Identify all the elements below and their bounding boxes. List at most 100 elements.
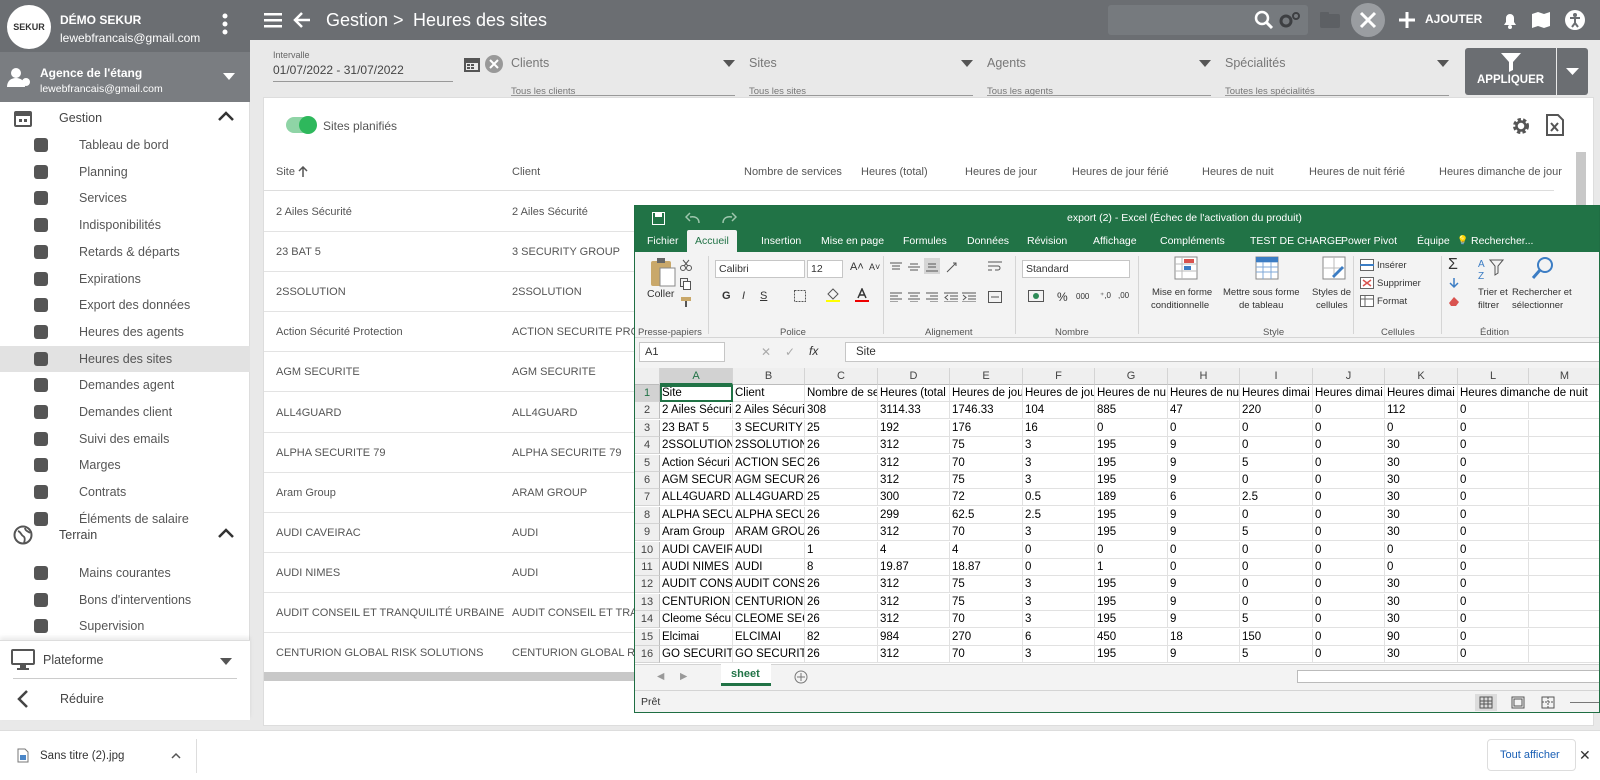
page-break-view-icon[interactable]: [1537, 694, 1559, 711]
font-color-icon[interactable]: [855, 288, 869, 302]
zoom-slider[interactable]: [1570, 702, 1599, 703]
sort-filter-button-line2[interactable]: filtrer: [1478, 300, 1499, 311]
confirm-entry-icon[interactable]: ✓: [785, 345, 795, 359]
grid-cell[interactable]: 30: [1385, 646, 1458, 663]
grid-cell[interactable]: 0: [1385, 541, 1458, 559]
redo-icon[interactable]: [721, 212, 737, 224]
increase-indent-icon[interactable]: [962, 292, 976, 302]
grid-cell[interactable]: 0: [1458, 437, 1529, 455]
ribbon-tab[interactable]: Fichier: [647, 235, 679, 247]
delete-cells-icon[interactable]: [1360, 277, 1374, 289]
number-format-select[interactable]: Standard: [1022, 260, 1130, 278]
grid-cell[interactable]: 0: [1313, 506, 1385, 524]
grid-cell[interactable]: 300: [878, 489, 950, 507]
grid-cell[interactable]: ARAM GROU: [733, 524, 805, 542]
grid-cell[interactable]: 90: [1385, 628, 1458, 646]
sidebar-item[interactable]: Heures des sites: [0, 345, 250, 372]
plateforme-label[interactable]: Plateforme: [43, 653, 103, 667]
grid-cell[interactable]: 2.5: [1240, 489, 1313, 507]
row-header[interactable]: 3: [635, 419, 660, 437]
grid-cell[interactable]: [1529, 455, 1599, 472]
grid-cell[interactable]: 312: [878, 437, 950, 455]
grid-cell[interactable]: 30: [1385, 489, 1458, 507]
grid-cell[interactable]: 26: [805, 646, 878, 663]
clients-filter[interactable]: Clients Tous les clients: [511, 50, 735, 97]
row-header[interactable]: 9: [635, 524, 660, 542]
grid-cell[interactable]: Elcimai: [660, 628, 733, 646]
grid-cell[interactable]: [1529, 402, 1599, 420]
grid-cell[interactable]: 2 Ailes Sécuri: [660, 402, 733, 420]
delete-cells-button[interactable]: Supprimer: [1377, 278, 1421, 289]
grid-cell[interactable]: 312: [878, 524, 950, 542]
sidebar-item[interactable]: Bons d'interventions: [0, 587, 250, 613]
sidebar-item[interactable]: Demandes client: [0, 399, 250, 425]
row-header[interactable]: 11: [635, 559, 660, 576]
grid-cell[interactable]: 0: [1313, 646, 1385, 663]
grid-cell[interactable]: 0: [1240, 419, 1313, 437]
grid-cell[interactable]: [1529, 594, 1599, 611]
grid-cell[interactable]: 26: [805, 576, 878, 594]
sidebar-item[interactable]: Tableau de bord: [0, 132, 250, 158]
grid-cell[interactable]: 5: [1240, 611, 1313, 629]
normal-view-icon[interactable]: [1475, 694, 1497, 711]
grid-cell[interactable]: 312: [878, 593, 950, 611]
column-header[interactable]: M: [1529, 368, 1599, 385]
sidebar-item[interactable]: Supervision: [0, 613, 250, 639]
grid-cell[interactable]: 0: [1458, 489, 1529, 507]
grid-cell[interactable]: 30: [1385, 524, 1458, 542]
grid-cell[interactable]: 0: [1313, 524, 1385, 542]
grid-cell[interactable]: ALL4GUARD: [660, 489, 733, 507]
grid-cell[interactable]: 0: [1168, 559, 1240, 576]
grid-cell[interactable]: 5: [1240, 646, 1313, 663]
interval-filter[interactable]: Intervalle 01/07/2022 - 31/07/2022: [273, 50, 453, 82]
col-header-night-holiday[interactable]: Heures de nuit férié: [1309, 166, 1405, 178]
apply-dropdown-button[interactable]: [1557, 48, 1588, 95]
grid-cell[interactable]: ELCIMAI: [733, 628, 805, 646]
grid-cell[interactable]: 9: [1168, 576, 1240, 594]
grid-cell[interactable]: 82: [805, 628, 878, 646]
column-header[interactable]: H: [1168, 368, 1240, 385]
grid-cell[interactable]: 312: [878, 454, 950, 472]
vertical-scrollbar[interactable]: [1576, 152, 1586, 212]
table-format-button-line2[interactable]: de tableau: [1239, 300, 1283, 311]
sheet-tab[interactable]: sheet: [721, 664, 771, 686]
column-header[interactable]: L: [1458, 368, 1529, 385]
chevron-up-icon[interactable]: [218, 528, 234, 538]
grid-cell[interactable]: 0: [1313, 419, 1385, 437]
grid-cell[interactable]: 19.87: [878, 559, 950, 576]
cut-icon[interactable]: [680, 259, 692, 271]
specialites-filter[interactable]: Spécialités Toutes les spécialités: [1225, 50, 1449, 97]
grid-cell[interactable]: [1529, 611, 1599, 629]
grid-cell[interactable]: 299: [878, 506, 950, 524]
grid-cell[interactable]: 3: [1023, 576, 1095, 594]
grid-cell[interactable]: 195: [1095, 437, 1168, 455]
paste-icon[interactable]: [648, 258, 676, 288]
table-format-icon[interactable]: [1255, 256, 1279, 280]
grid-cell[interactable]: 6: [1168, 489, 1240, 507]
grid-cell[interactable]: AUDIT CONSE: [733, 576, 805, 594]
grid-cell[interactable]: 0: [1168, 419, 1240, 437]
apply-button[interactable]: APPLIQUER: [1465, 48, 1556, 95]
grid-cell[interactable]: Site: [660, 385, 733, 402]
sites-planned-toggle[interactable]: [286, 116, 317, 134]
folder-icon[interactable]: [1318, 10, 1342, 30]
grid-cell[interactable]: 30: [1385, 472, 1458, 489]
grid-cell[interactable]: 0: [1313, 628, 1385, 646]
prev-sheet-icon[interactable]: ◀: [657, 671, 664, 682]
grid-cell[interactable]: 150: [1240, 628, 1313, 646]
grid-cell[interactable]: 0: [1313, 402, 1385, 420]
grid-cell[interactable]: 0: [1240, 506, 1313, 524]
grid-cell[interactable]: 0: [1240, 559, 1313, 576]
grid-cell[interactable]: 195: [1095, 454, 1168, 472]
ribbon-tab[interactable]: Compléments: [1160, 235, 1225, 247]
row-header[interactable]: 16: [635, 646, 660, 663]
grid-cell[interactable]: [1529, 646, 1599, 663]
grid-cell[interactable]: Heures dimai: [1385, 385, 1458, 402]
grid-cell[interactable]: 0: [1240, 576, 1313, 594]
align-left-icon[interactable]: [890, 292, 902, 302]
grid-cell[interactable]: 9: [1168, 593, 1240, 611]
ribbon-tab[interactable]: Mise en page: [821, 235, 884, 247]
grid-cell[interactable]: 30: [1385, 611, 1458, 629]
grid-cell[interactable]: 270: [950, 628, 1023, 646]
grid-cell[interactable]: 312: [878, 576, 950, 594]
